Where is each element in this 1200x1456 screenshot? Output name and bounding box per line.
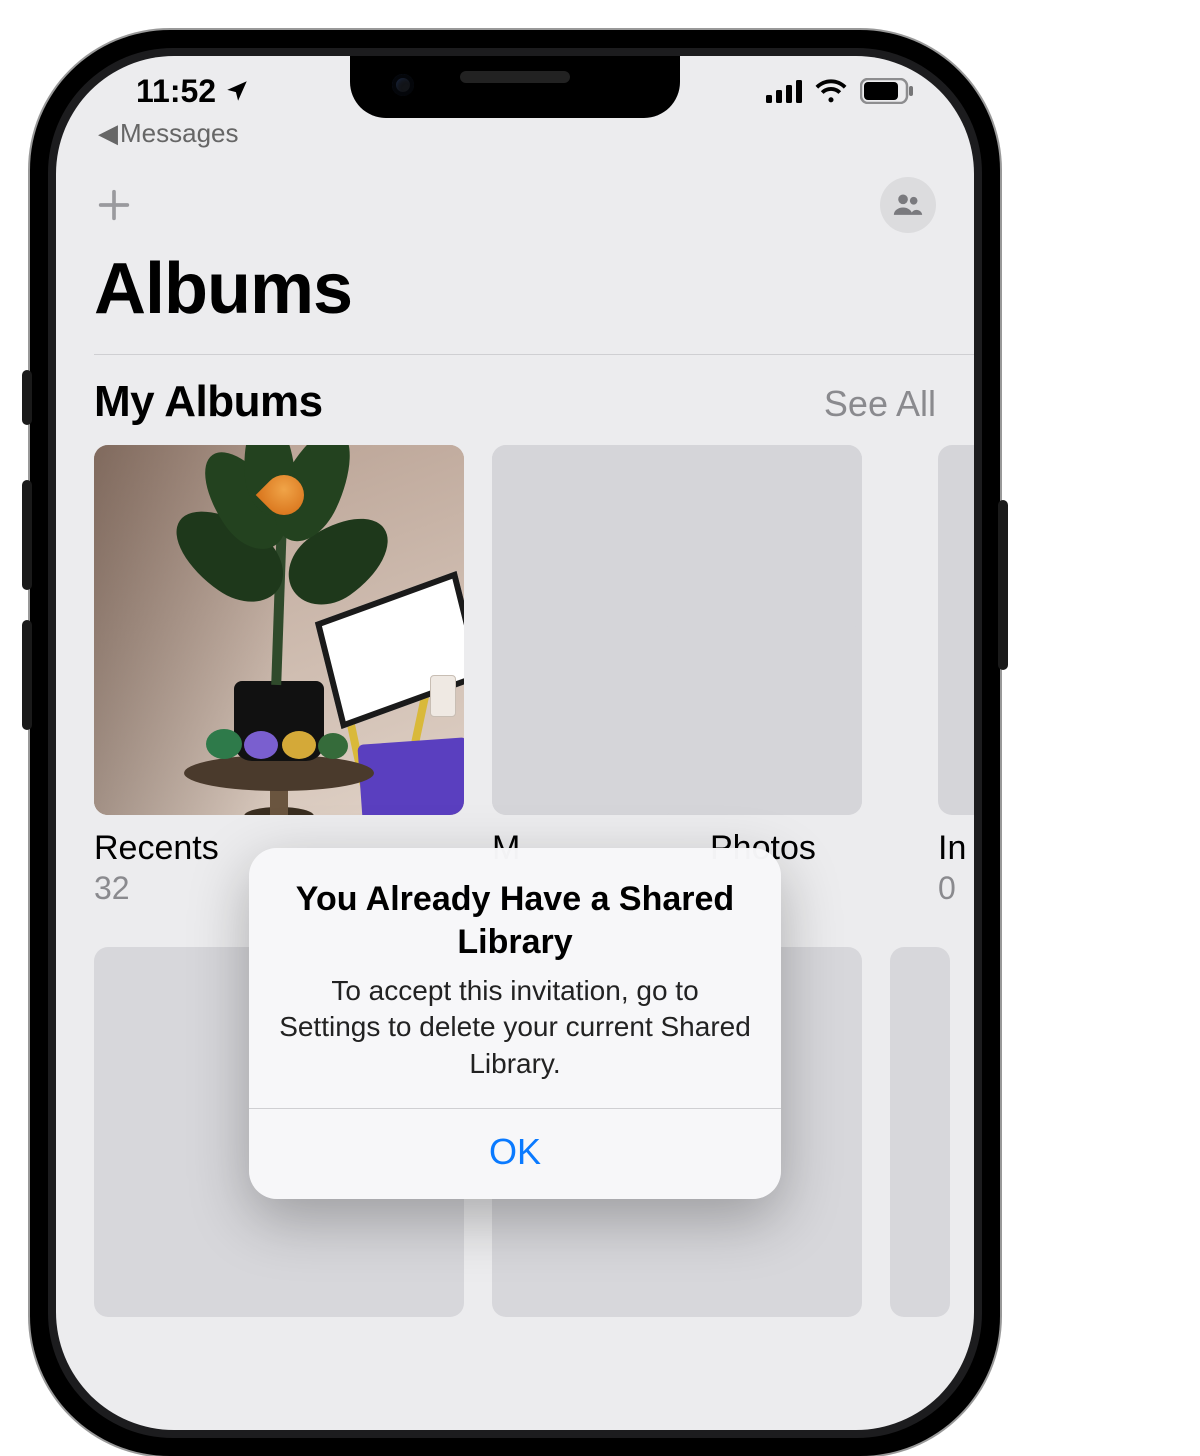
album-item[interactable]: In 0 — [938, 445, 974, 907]
breadcrumb-label: Messages — [120, 118, 239, 149]
screen: 11:52 — [56, 56, 974, 1430]
alert-ok-button[interactable]: OK — [249, 1109, 781, 1199]
album-thumb — [938, 445, 974, 815]
toolbar — [56, 170, 974, 240]
earpiece-speaker — [460, 71, 570, 83]
power-button[interactable] — [998, 500, 1008, 670]
volume-down-button[interactable] — [22, 620, 32, 730]
see-all-link[interactable]: See All — [824, 383, 936, 425]
album-thumb — [492, 445, 862, 815]
add-album-button[interactable] — [94, 185, 134, 225]
album-count: 0 — [938, 870, 974, 907]
battery-icon — [860, 78, 914, 104]
album-recents[interactable]: Recents 32 — [94, 445, 464, 907]
albums-row[interactable]: Recents 32 M Photos In — [56, 445, 974, 907]
cellular-icon — [766, 79, 802, 103]
album-name: In — [938, 829, 974, 868]
shared-library-button[interactable] — [880, 177, 936, 233]
alert-title: You Already Have a Shared Library — [277, 878, 753, 963]
status-time: 11:52 — [136, 73, 216, 110]
front-camera — [392, 74, 414, 96]
location-icon — [224, 78, 250, 104]
volume-up-button[interactable] — [22, 480, 32, 590]
section-header: My Albums See All — [56, 355, 974, 445]
page-title: Albums — [56, 240, 974, 354]
back-to-app-breadcrumb[interactable]: ◀ Messages — [98, 118, 239, 149]
alert-message: To accept this invitation, go to Setting… — [277, 973, 753, 1082]
phone-bezel: 11:52 — [48, 48, 982, 1438]
chevron-left-icon: ◀ — [98, 118, 118, 149]
album-thumb[interactable] — [890, 947, 950, 1317]
silence-switch[interactable] — [22, 370, 32, 425]
album-thumb — [94, 445, 464, 815]
notch — [350, 56, 680, 118]
alert-dialog: You Already Have a Shared Library To acc… — [249, 848, 781, 1199]
phone-frame: 11:52 — [30, 30, 1000, 1456]
wifi-icon — [814, 79, 848, 103]
section-title: My Albums — [94, 377, 323, 427]
